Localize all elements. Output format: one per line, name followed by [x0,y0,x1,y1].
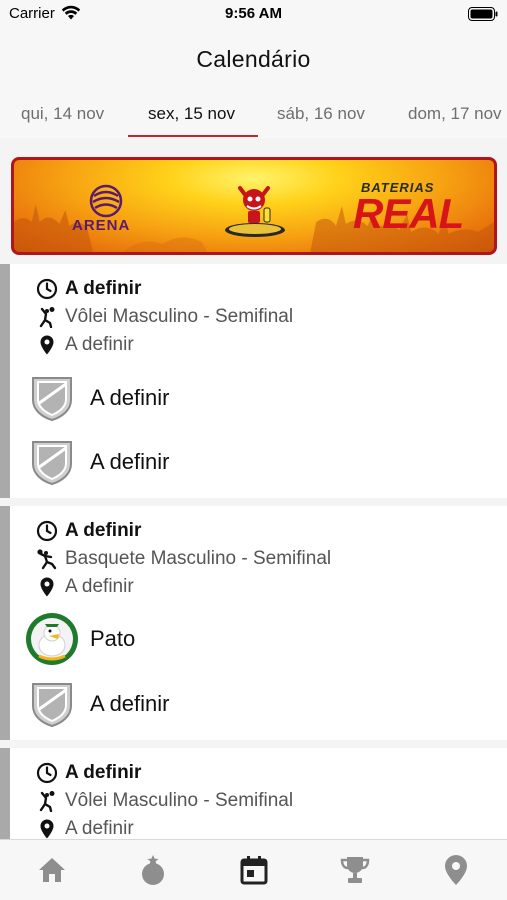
battery-icon [468,7,498,21]
event-time: A definir [65,278,142,299]
event-card[interactable]: A definir Vôlei Masculino - Semifinal A … [0,264,507,498]
team-name: A definir [90,691,170,716]
date-tab-fri[interactable]: sex, 15 nov [148,104,235,124]
basketball-player-icon [36,548,58,570]
clock-icon [36,278,58,300]
app-screen: Carrier 9:56 AM Calendário qui, 14 nov s… [0,0,507,900]
volleyball-player-icon [36,306,58,328]
team-name: A definir [90,385,170,410]
event-location: A definir [65,334,134,355]
event-time: A definir [65,520,142,541]
arena-brand-text: ARENA [72,217,131,234]
clock-icon [36,762,58,784]
event-sport-row: Vôlei Masculino - Semifinal [36,306,293,328]
event-card[interactable]: A definir Vôlei Masculino - Semifinal A … [0,748,507,848]
shield-placeholder-icon [32,377,72,422]
nav-header: Calendário [0,28,507,90]
team-name: A definir [90,449,170,474]
date-tabs: qui, 14 nov sex, 15 nov sáb, 16 nov dom,… [0,90,507,138]
event-sport-row: Vôlei Masculino - Semifinal [36,790,293,812]
event-location: A definir [65,576,134,597]
clock-label: 9:56 AM [225,5,282,22]
event-time-row: A definir [36,520,141,542]
team-name: Pato [90,626,136,651]
location-pin-icon [36,334,58,356]
team-row: A definir [28,680,170,728]
team-row: Pato [26,612,136,666]
bottom-tab-bar [0,839,507,900]
event-card[interactable]: A definir Basquete Masculino - Semifinal… [0,506,507,740]
arena-logo-icon [89,184,123,218]
real-brand-text: REAL [353,190,464,237]
event-location-row: A definir [36,818,134,840]
date-tab-thu[interactable]: qui, 14 nov [21,104,104,124]
volleyball-player-icon [36,790,58,812]
event-location-row: A definir [36,576,134,598]
page-title: Calendário [196,46,311,72]
clock-icon [36,520,58,542]
status-bar: Carrier 9:56 AM [0,0,507,28]
home-icon[interactable] [34,852,70,888]
event-sport: Vôlei Masculino - Semifinal [65,306,294,327]
sponsor-banner[interactable]: ARENA BATERIAS REAL [11,157,497,255]
event-time-row: A definir [36,278,141,300]
event-sport: Basquete Masculino - Semifinal [65,548,332,569]
trophy-icon[interactable] [337,852,373,888]
event-location-row: A definir [36,334,134,356]
team-row: A definir [28,438,170,486]
date-tab-sat[interactable]: sáb, 16 nov [277,104,365,124]
date-tab-sun[interactable]: dom, 17 nov [408,104,502,124]
mascot-logo-icon [225,186,285,237]
calendar-icon[interactable] [236,852,272,888]
event-sport: Vôlei Masculino - Semifinal [65,790,294,811]
pato-team-logo [26,613,78,665]
location-pin-icon [36,818,58,840]
event-time-row: A definir [36,762,141,784]
event-location: A definir [65,818,134,839]
shield-placeholder-icon [32,683,72,728]
medal-icon[interactable] [135,852,171,888]
shield-placeholder-icon [32,441,72,486]
map-pin-icon[interactable] [438,852,474,888]
location-pin-icon [36,576,58,598]
event-sport-row: Basquete Masculino - Semifinal [36,548,331,570]
active-tab-indicator [128,135,258,137]
team-row: A definir [28,374,170,422]
event-time: A definir [65,762,142,783]
